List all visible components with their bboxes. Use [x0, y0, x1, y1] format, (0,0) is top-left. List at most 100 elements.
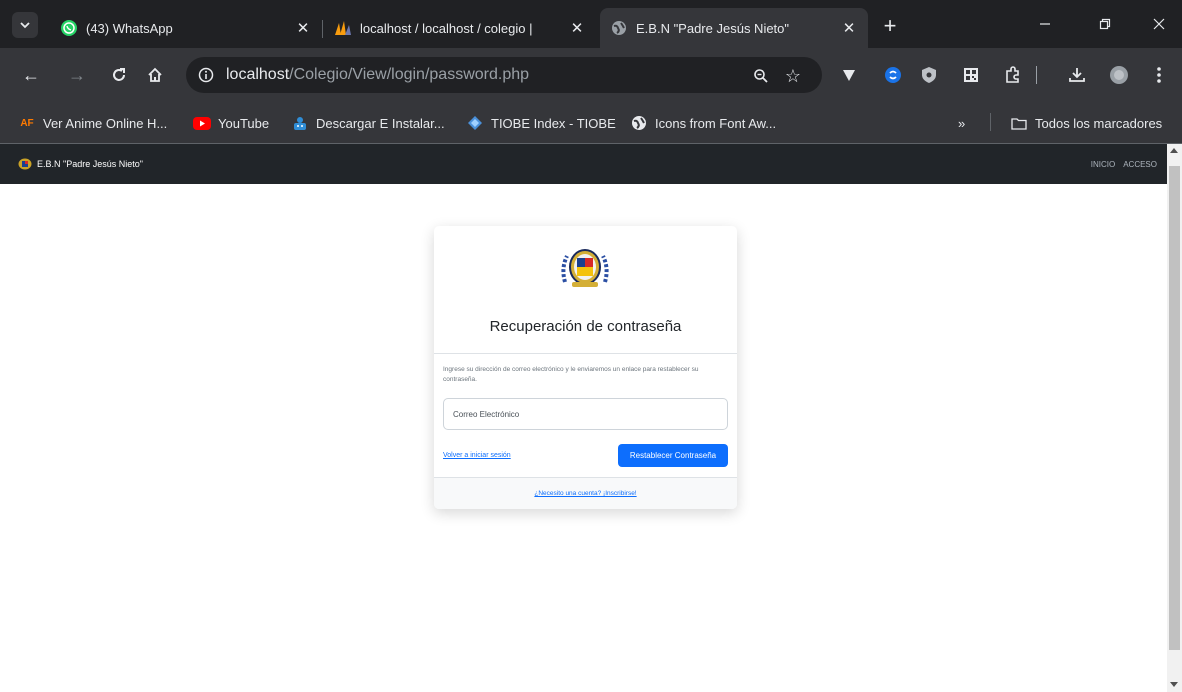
- tab-divider: [322, 20, 323, 38]
- reset-password-button[interactable]: Restablecer Contraseña: [618, 444, 728, 467]
- browser-tab-strip: (43) WhatsApp ✕ localhost / localhost / …: [0, 0, 1182, 48]
- shazam-icon: [885, 67, 901, 83]
- page-scrollbar[interactable]: [1167, 144, 1182, 692]
- register-link[interactable]: ¿Necesito una cuenta? ¡Inscribirse!: [534, 490, 636, 497]
- globe-icon: [610, 19, 628, 37]
- browser-toolbar: ← → localhost/Colegio/View/login/passwor…: [0, 48, 1182, 102]
- downloads-button[interactable]: [1064, 62, 1090, 88]
- tab-title: localhost / localhost / colegio |: [360, 20, 533, 36]
- school-emblem: [561, 249, 609, 287]
- close-icon[interactable]: ✕: [840, 19, 858, 37]
- school-logo-icon: [18, 158, 32, 170]
- card-footer: ¿Necesito una cuenta? ¡Inscribirse!: [434, 477, 737, 509]
- bookmark-label: Descargar E Instalar...: [316, 115, 445, 131]
- chevron-double-right-icon: »: [958, 115, 966, 131]
- bookmark-label: TIOBE Index - TIOBE: [491, 115, 616, 131]
- extension-blue[interactable]: [880, 62, 906, 88]
- nav-link-inicio[interactable]: INICIO: [1091, 160, 1115, 169]
- navbar-links: INICIO ACCESO: [1083, 144, 1157, 184]
- reload-icon: [113, 68, 125, 81]
- plus-icon: +: [883, 13, 897, 38]
- forward-button[interactable]: →: [64, 62, 90, 88]
- menu-button[interactable]: [1146, 62, 1172, 88]
- close-icon[interactable]: ✕: [294, 19, 312, 37]
- tab-title: E.B.N "Padre Jesús Nieto": [636, 20, 790, 36]
- site-info-icon[interactable]: [194, 63, 218, 87]
- bookmark-label: Icons from Font Aw...: [655, 115, 777, 131]
- extension-qr[interactable]: [958, 62, 984, 88]
- bookmarks-folder-label: Todos los marcadores: [1035, 115, 1163, 131]
- bookmark-label: YouTube: [218, 115, 270, 131]
- extension-shield[interactable]: [916, 62, 942, 88]
- new-tab-button[interactable]: +: [876, 12, 904, 40]
- bookmarks-divider: [990, 113, 991, 131]
- bookmark-label: Ver Anime Online H...: [43, 115, 168, 131]
- url-path: /Colegio/View/login/password.php: [289, 66, 530, 83]
- back-to-login-link[interactable]: Volver a iniciar sesión: [443, 452, 511, 459]
- download-icon: [1069, 68, 1085, 82]
- card-title: Recuperación de contraseña: [489, 318, 682, 335]
- close-icon[interactable]: ✕: [568, 19, 586, 37]
- card-description: Ingrese su dirección de correo electróni…: [443, 366, 699, 383]
- close-window-button[interactable]: [1136, 6, 1182, 42]
- phpmyadmin-icon: [334, 19, 352, 37]
- scrollbar-thumb[interactable]: [1169, 166, 1180, 650]
- chevron-down-icon: [20, 22, 30, 29]
- arrow-left-icon: ←: [22, 64, 40, 85]
- whatsapp-icon: [60, 19, 78, 37]
- restore-button[interactable]: [1082, 6, 1128, 42]
- bookmark-youtube[interactable]: YouTube: [193, 112, 269, 134]
- bookmarks-folder[interactable]: Todos los marcadores: [1010, 112, 1162, 134]
- bookmark-tiobe[interactable]: TIOBE Index - TIOBE: [466, 112, 616, 134]
- page-viewport: E.B.N "Padre Jesús Nieto" INICIO ACCESO …: [0, 144, 1167, 692]
- profile-button[interactable]: [1106, 62, 1132, 88]
- avatar-icon: [1110, 66, 1128, 84]
- tab-search-button[interactable]: [12, 12, 38, 38]
- robot-icon: [291, 115, 309, 131]
- home-button[interactable]: [142, 62, 168, 88]
- tab-active-colegio[interactable]: E.B.N "Padre Jesús Nieto" ✕: [600, 8, 868, 48]
- af-icon: AF: [20, 117, 34, 129]
- reload-button[interactable]: [106, 62, 132, 88]
- brand-text: E.B.N "Padre Jesús Nieto": [37, 159, 143, 169]
- v-extension-icon: [843, 70, 855, 81]
- restore-icon: [1099, 18, 1111, 30]
- globe-icon: [630, 115, 648, 131]
- toolbar-divider: [1036, 66, 1037, 84]
- address-url: localhost/Colegio/View/login/password.ph…: [226, 66, 529, 84]
- tiobe-icon: [466, 115, 484, 131]
- address-bar[interactable]: localhost/Colegio/View/login/password.ph…: [186, 57, 822, 93]
- bookmarks-overflow-button[interactable]: »: [958, 112, 965, 134]
- minimize-icon: [1040, 23, 1050, 25]
- home-icon: [148, 67, 162, 82]
- scroll-down-arrow-icon[interactable]: [1170, 682, 1178, 687]
- navbar-brand[interactable]: E.B.N "Padre Jesús Nieto": [18, 158, 143, 170]
- close-icon: [1153, 18, 1165, 30]
- bookmark-anime[interactable]: AF Ver Anime Online H...: [18, 112, 167, 134]
- star-icon: ☆: [784, 65, 802, 86]
- puzzle-icon: [1006, 66, 1019, 83]
- youtube-icon: [193, 115, 211, 131]
- bookmark-descargar[interactable]: Descargar E Instalar...: [291, 112, 445, 134]
- more-vert-icon: [1157, 67, 1161, 83]
- qr-code-icon: [964, 68, 978, 82]
- email-placeholder: Correo Electrónico: [453, 409, 520, 419]
- shield-icon: [922, 67, 936, 83]
- back-button[interactable]: ←: [18, 62, 44, 88]
- card-divider: [434, 353, 737, 354]
- email-field[interactable]: Correo Electrónico: [443, 398, 728, 430]
- tab-whatsapp[interactable]: (43) WhatsApp ✕: [50, 8, 322, 48]
- tab-phpmyadmin[interactable]: localhost / localhost / colegio | ✕: [324, 8, 596, 48]
- extensions-button[interactable]: [1000, 62, 1026, 88]
- nav-link-acceso[interactable]: ACCESO: [1123, 160, 1157, 169]
- bookmark-fontawesome[interactable]: Icons from Font Aw...: [630, 112, 776, 134]
- extension-v[interactable]: [836, 62, 862, 88]
- zoom-button[interactable]: [748, 63, 774, 89]
- scroll-up-arrow-icon[interactable]: [1170, 148, 1178, 153]
- zoom-icon: [754, 69, 768, 83]
- arrow-right-icon: →: [68, 64, 86, 85]
- bookmark-star-button[interactable]: ☆: [780, 63, 806, 89]
- minimize-button[interactable]: [1022, 6, 1068, 42]
- folder-icon: [1010, 115, 1028, 131]
- tab-title: (43) WhatsApp: [86, 20, 173, 36]
